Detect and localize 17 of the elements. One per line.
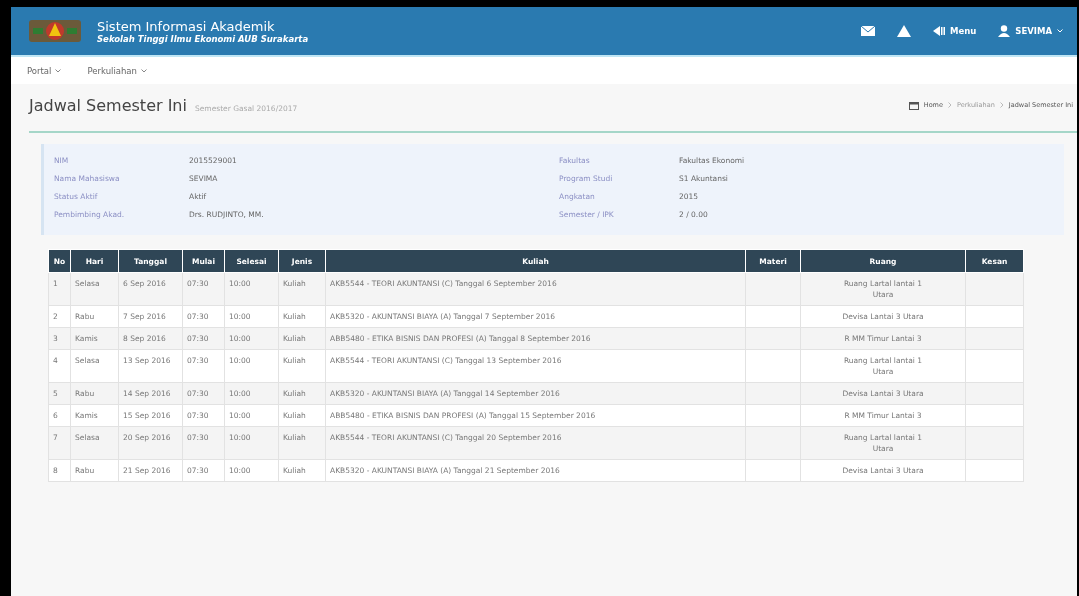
chevron-down-icon (55, 68, 62, 73)
calendar-icon (908, 100, 919, 110)
app-title: Sistem Informasi Akademik (97, 18, 276, 34)
nav-menu-item[interactable]: Portal (27, 65, 62, 76)
nav-menu-item[interactable]: Perkuliahan (87, 65, 147, 76)
institution-name: Sekolah Tinggi Ilmu Ekonomi AUB Surakarta (97, 33, 309, 44)
envelope-icon[interactable] (860, 26, 875, 36)
chevron-right-icon (947, 102, 952, 108)
collapse-icon (932, 26, 945, 36)
chevron-down-icon (1057, 29, 1063, 33)
page-title: Jadwal Semester Ini (29, 95, 187, 115)
user-menu-button[interactable]: SEVIMA (998, 25, 1063, 37)
user-icon (998, 25, 1011, 37)
chevron-down-icon (140, 68, 147, 73)
warning-icon[interactable] (896, 25, 911, 37)
chevron-right-icon (999, 102, 1004, 108)
menu-button[interactable]: Menu (932, 26, 977, 36)
